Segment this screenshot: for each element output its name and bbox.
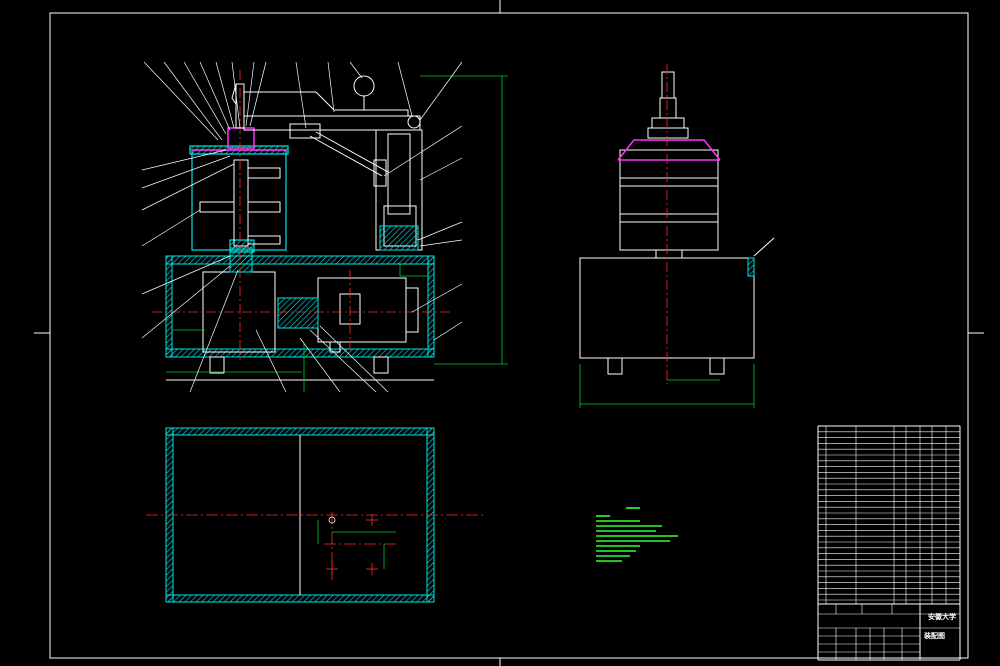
- support-column: [375, 129, 423, 251]
- front-dimensions: [166, 75, 508, 392]
- parts-list-and-title-block: [817, 425, 961, 661]
- motor: [277, 277, 419, 353]
- school-name: 安徽大学: [928, 613, 956, 621]
- drawing-border: [34, 0, 984, 666]
- base-plan-view: [146, 427, 484, 603]
- cad-drawing-canvas: [34, 0, 984, 666]
- side-handle: [747, 237, 775, 277]
- front-section-view: [141, 61, 508, 393]
- drive-shaft: [231, 83, 245, 129]
- drawing-name: 装配图: [924, 632, 945, 640]
- technical-notes: [596, 507, 678, 562]
- side-view: [579, 64, 775, 408]
